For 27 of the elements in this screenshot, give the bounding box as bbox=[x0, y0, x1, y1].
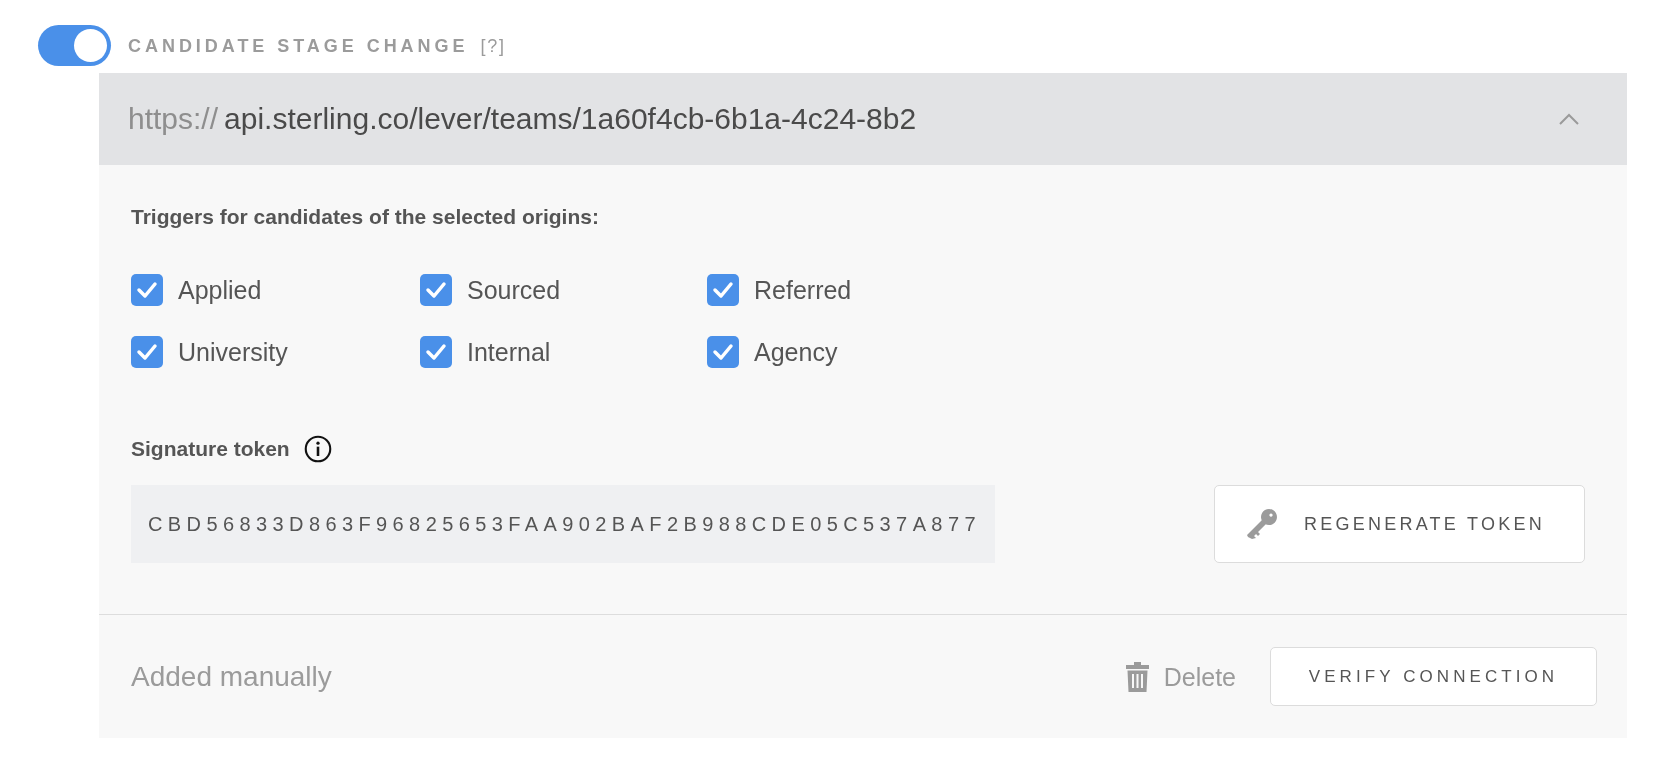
checkbox[interactable] bbox=[131, 274, 163, 306]
regenerate-token-button[interactable]: REGENERATE TOKEN bbox=[1214, 485, 1585, 563]
checkbox[interactable] bbox=[420, 274, 452, 306]
checkbox-label[interactable]: Internal bbox=[467, 337, 551, 367]
checkbox-label[interactable]: Applied bbox=[178, 275, 262, 305]
checkbox[interactable] bbox=[420, 336, 452, 368]
checkbox[interactable] bbox=[707, 336, 739, 368]
trash-icon bbox=[1124, 661, 1150, 692]
verify-connection-button[interactable]: VERIFY CONNECTION bbox=[1270, 647, 1597, 706]
checkbox-label[interactable]: Agency bbox=[754, 337, 838, 367]
key-icon bbox=[1246, 508, 1278, 540]
chevron-up-icon[interactable] bbox=[1559, 113, 1579, 125]
toggle-switch[interactable] bbox=[38, 25, 111, 66]
signature-token-label: Signature token bbox=[131, 436, 290, 462]
checkbox-label[interactable]: University bbox=[178, 337, 288, 367]
url-text: api.sterling.co/lever/teams/1a60f4cb-6b1a-4c24-8b2 bbox=[224, 101, 917, 137]
info-icon[interactable] bbox=[303, 435, 332, 463]
checkbox-label[interactable]: Sourced bbox=[467, 275, 561, 305]
checkbox[interactable] bbox=[131, 336, 163, 368]
checkbox-label[interactable]: Referred bbox=[754, 275, 852, 305]
checkbox[interactable] bbox=[707, 274, 739, 306]
section-title: CANDIDATE STAGE CHANGE bbox=[128, 34, 469, 58]
token-field[interactable]: CBD56833D863F96825653FAA902BAF2B988CDE05C537A877 bbox=[131, 485, 995, 563]
url-header[interactable]: https:// api.sterling.co/lever/teams/1a60f4cb-6b1a-4c24-8b2 bbox=[99, 73, 1627, 165]
url-scheme: https:// bbox=[128, 101, 219, 137]
origins-heading: Triggers for candidates of the selected origins: bbox=[131, 204, 599, 230]
source-text: Added manually bbox=[131, 659, 332, 694]
